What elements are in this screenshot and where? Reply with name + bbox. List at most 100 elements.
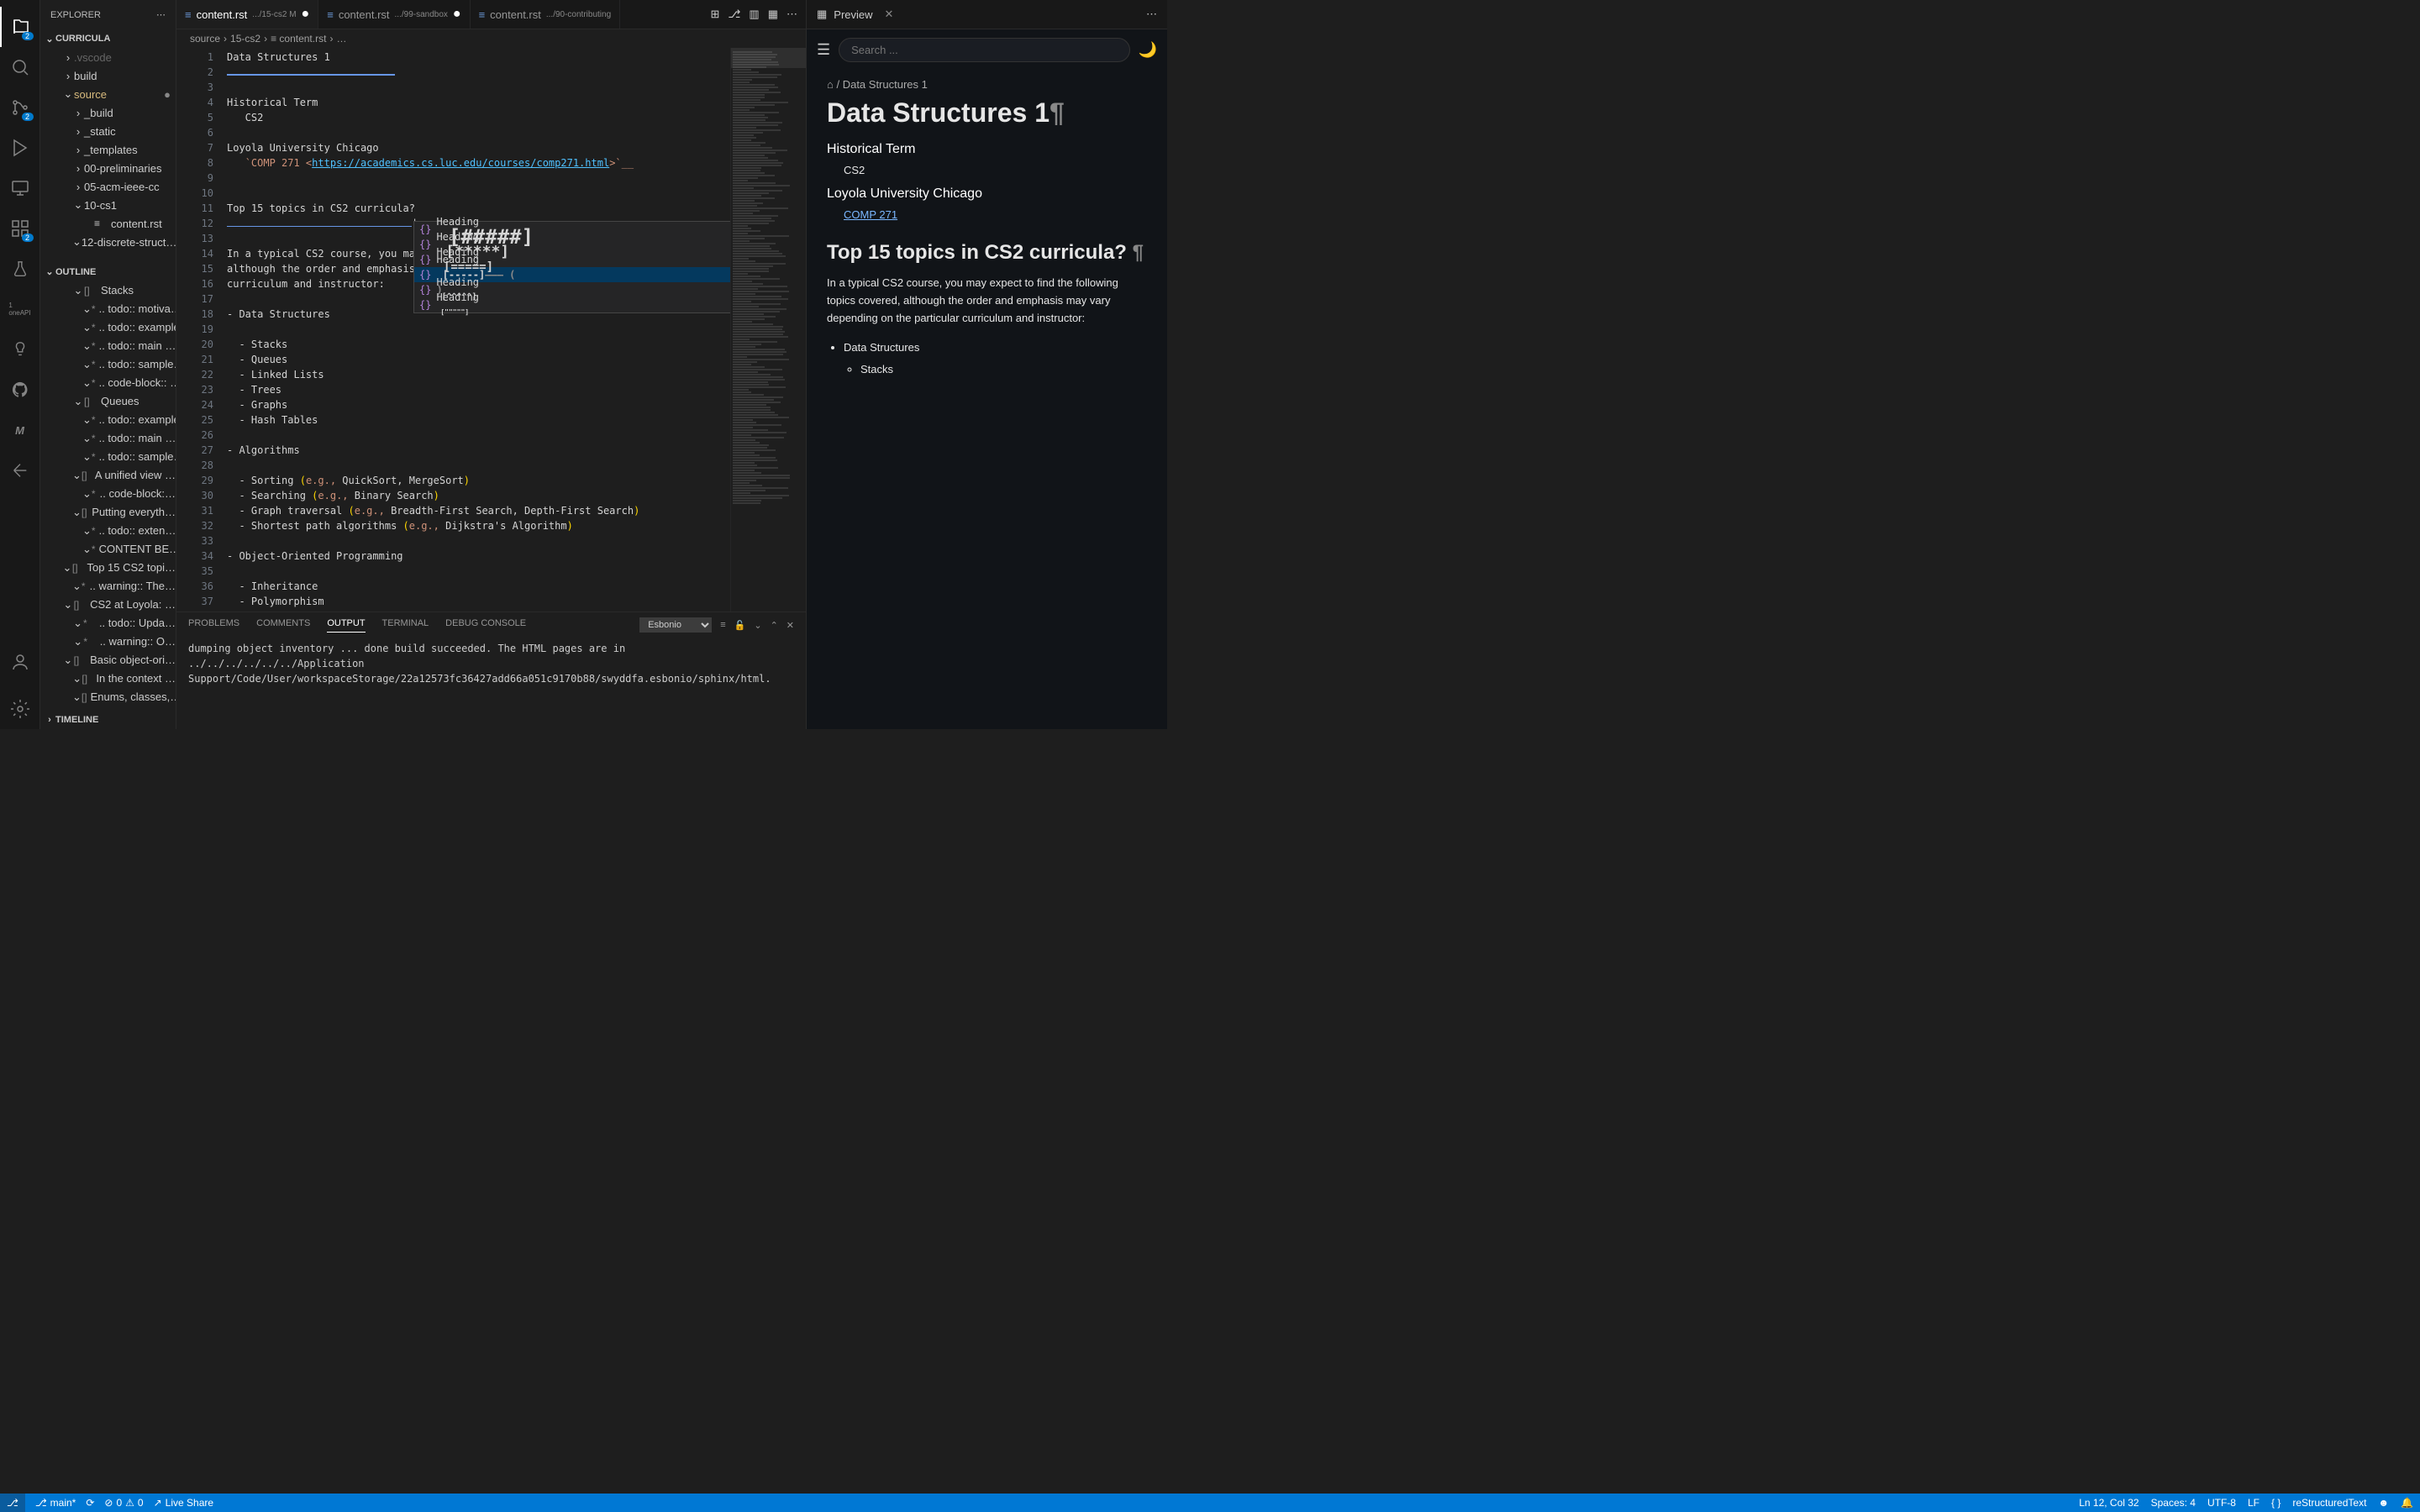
home-icon[interactable]: ⌂ — [827, 78, 834, 91]
outline-item[interactable]: ⌄[]Stacks — [40, 281, 176, 300]
menu-icon[interactable]: ☰ — [817, 41, 830, 59]
more-icon[interactable]: ⋯ — [156, 9, 166, 20]
outline-item[interactable]: ⌄*CONTENT BE… — [40, 540, 176, 559]
remote-indicator[interactable]: ⎇ — [0, 1494, 25, 1512]
outline-item[interactable]: ⌄*.. todo:: Upda… — [40, 614, 176, 633]
remote-icon[interactable] — [0, 168, 40, 208]
tree-item[interactable]: ›05-acm-ieee-cc — [40, 177, 176, 196]
search-icon[interactable] — [0, 47, 40, 87]
errors-indicator[interactable]: ⊘ 0 ⚠ 0 — [104, 1497, 143, 1509]
preview-body[interactable]: ⌂ / Data Structures 1 Data Structures 1¶… — [807, 70, 1167, 729]
encoding-indicator[interactable]: UTF-8 — [2207, 1497, 2236, 1509]
branch-indicator[interactable]: ⎇ main* — [35, 1497, 76, 1509]
pilcrow-icon[interactable]: ¶ — [1050, 97, 1065, 128]
theme-toggle-icon[interactable]: 🌙 — [1139, 41, 1157, 59]
run-icon[interactable] — [0, 128, 40, 168]
panel-clear-icon[interactable]: ≡ — [720, 620, 725, 630]
outline-item[interactable]: ⌄*.. todo:: main … — [40, 429, 176, 448]
suggest-widget[interactable]: {}Heading [#####]{}Heading [*****]{}Head… — [413, 221, 758, 313]
extensions-icon[interactable]: 2 — [0, 208, 40, 249]
preview-more-icon[interactable]: ⋯ — [1136, 8, 1167, 21]
outline-item[interactable]: ⌄*.. code-block:… — [40, 485, 176, 503]
pilcrow-icon[interactable]: ¶ — [1133, 241, 1144, 264]
breadcrumb-item[interactable]: … — [336, 33, 346, 45]
panel-lock-icon[interactable]: 🔓 — [734, 620, 746, 631]
editor-tab[interactable]: ≡content.rst.../90-contributing — [471, 0, 621, 29]
section-curricula[interactable]: ⌄CURRICULA — [40, 29, 176, 48]
panel-tab-debug-console[interactable]: DEBUG CONSOLE — [445, 618, 526, 632]
outline-item[interactable]: ⌄*.. todo:: sample… — [40, 355, 176, 374]
preview-search-input[interactable] — [839, 38, 1129, 62]
panel-tab-output[interactable]: OUTPUT — [327, 618, 365, 633]
minimap-slider[interactable] — [731, 48, 806, 68]
outline-item[interactable]: ⌄*.. warning:: The… — [40, 577, 176, 596]
m-icon[interactable]: M — [0, 410, 40, 450]
tree-item[interactable]: ⌄source● — [40, 85, 176, 103]
course-link[interactable]: COMP 271 — [844, 208, 897, 221]
panel-tab-comments[interactable]: COMMENTS — [256, 618, 310, 632]
outline-item[interactable]: ⌄*.. todo:: example — [40, 411, 176, 429]
outline-item[interactable]: ⌄[]In the context … — [40, 669, 176, 688]
suggest-item[interactable]: {}Heading ["""""] — [414, 297, 757, 312]
account-icon[interactable] — [0, 642, 40, 682]
output-channel-select[interactable]: Esbonio — [639, 617, 712, 633]
braces-icon[interactable]: { } — [2271, 1497, 2281, 1509]
git-icon[interactable]: ⎇ — [728, 8, 740, 21]
tree-item[interactable]: ›.vscode — [40, 48, 176, 66]
breadcrumb-item[interactable]: source — [190, 33, 220, 45]
breadcrumb-item[interactable]: 15-cs2 — [230, 33, 260, 45]
panel-down-icon[interactable]: ⌄ — [754, 620, 761, 631]
breadcrumb-item[interactable]: ≡ content.rst — [271, 33, 326, 45]
outline-item[interactable]: ⌄*.. todo:: example — [40, 318, 176, 337]
outline-item[interactable]: ⌄*.. todo:: sample… — [40, 448, 176, 466]
outline-item[interactable]: ⌄*.. warning:: O… — [40, 633, 176, 651]
tree-item[interactable]: ›_templates — [40, 140, 176, 159]
oneapi-icon[interactable]: 1oneAPI — [0, 289, 40, 329]
section-timeline[interactable]: ›TIMELINE — [40, 711, 176, 729]
outline-item[interactable]: ⌄[]CS2 at Loyola: … — [40, 596, 176, 614]
cursor-position[interactable]: Ln 12, Col 32 — [2079, 1497, 2139, 1509]
preview-tab[interactable]: ▦ Preview ✕ — [807, 0, 903, 29]
breadcrumb[interactable]: source ›15-cs2 ›≡ content.rst ›… — [176, 29, 806, 48]
share-icon[interactable] — [0, 450, 40, 491]
outline-item[interactable]: ⌄*.. todo:: exten… — [40, 522, 176, 540]
editor-tab[interactable]: ≡content.rst.../99-sandbox● — [318, 0, 470, 29]
lamp-icon[interactable] — [0, 329, 40, 370]
language-indicator[interactable]: reStructuredText — [2292, 1497, 2366, 1509]
outline-item[interactable]: ⌄[]Basic object-ori… — [40, 651, 176, 669]
settings-icon[interactable] — [0, 689, 40, 729]
tree-item[interactable]: ›_build — [40, 103, 176, 122]
tree-item[interactable]: ⌄10-cs1 — [40, 196, 176, 214]
close-icon[interactable]: ✕ — [885, 8, 894, 21]
outline-item[interactable]: ⌄[]Enums, classes,… — [40, 688, 176, 706]
code-editor[interactable]: Data Structures 1 Historical Term CS2 Lo… — [227, 48, 730, 612]
tree-item[interactable]: ›_static — [40, 122, 176, 140]
outline-item[interactable]: ⌄[]A unified view … — [40, 466, 176, 485]
eol-indicator[interactable]: LF — [2248, 1497, 2260, 1509]
sync-icon[interactable]: ⟳ — [86, 1497, 94, 1509]
layout-icon[interactable]: ▦ — [768, 8, 778, 21]
outline-item[interactable]: ⌄[]Putting everyth… — [40, 503, 176, 522]
split-icon[interactable]: ▥ — [749, 8, 759, 21]
live-share[interactable]: ↗ Live Share — [154, 1497, 213, 1509]
tree-item[interactable]: ⌄12-discrete-struct… — [40, 233, 176, 251]
indent-indicator[interactable]: Spaces: 4 — [2151, 1497, 2196, 1509]
source-control-icon[interactable]: 2 — [0, 87, 40, 128]
section-outline[interactable]: ⌄OUTLINE — [40, 263, 176, 281]
minimap[interactable] — [730, 48, 806, 612]
outline-item[interactable]: ⌄[]Top 15 CS2 topi… — [40, 559, 176, 577]
panel-tab-terminal[interactable]: TERMINAL — [382, 618, 429, 632]
feedback-icon[interactable]: ☻ — [2378, 1497, 2389, 1509]
panel-up-icon[interactable]: ⌃ — [771, 620, 778, 631]
flask-icon[interactable] — [0, 249, 40, 289]
outline-item[interactable]: ⌄[]Queues — [40, 392, 176, 411]
compare-icon[interactable]: ⊞ — [711, 8, 720, 21]
outline-item[interactable]: ⌄*.. todo:: motiva… — [40, 300, 176, 318]
explorer-icon[interactable]: 2 — [0, 7, 40, 47]
preview-breadcrumb[interactable]: ⌂ / Data Structures 1 — [827, 78, 1147, 91]
tree-item[interactable]: ≡content.rst — [40, 214, 176, 233]
tree-item[interactable]: ›00-preliminaries — [40, 159, 176, 177]
outline-item[interactable]: ⌄*.. todo:: main … — [40, 337, 176, 355]
more-icon[interactable]: ⋯ — [786, 8, 797, 21]
outline-item[interactable]: ⌄*.. code-block:: … — [40, 374, 176, 392]
